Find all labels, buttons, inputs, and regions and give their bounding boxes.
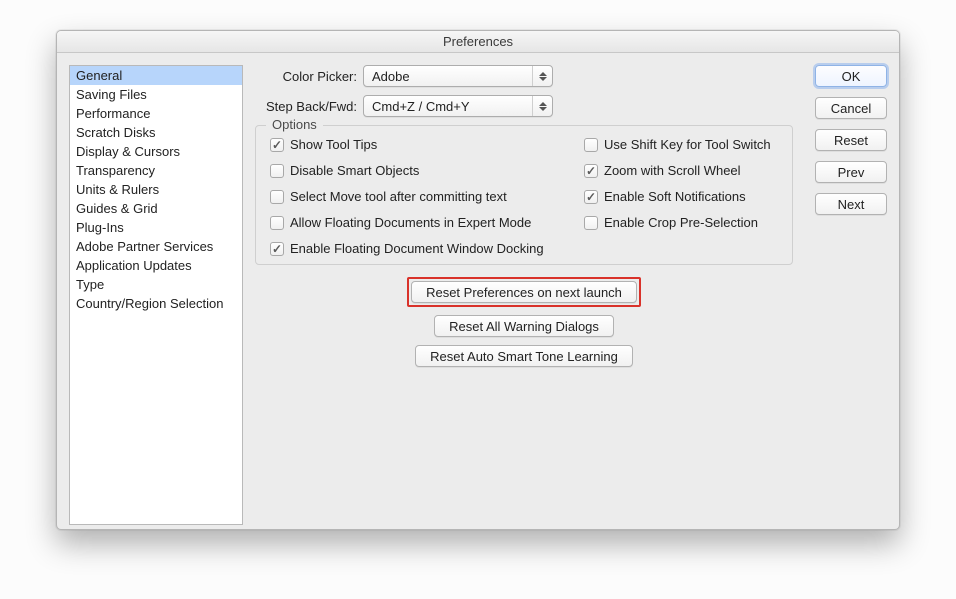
sidebar-item[interactable]: Performance — [70, 104, 242, 123]
checkbox-icon — [270, 138, 284, 152]
reset-button[interactable]: Reset — [815, 129, 887, 151]
checkbox-icon — [270, 164, 284, 178]
sidebar-item[interactable]: General — [70, 66, 242, 85]
sidebar-item[interactable]: Guides & Grid — [70, 199, 242, 218]
option-checkbox[interactable]: Use Shift Key for Tool Switch — [584, 138, 778, 152]
cancel-button[interactable]: Cancel — [815, 97, 887, 119]
checkbox-icon — [584, 164, 598, 178]
color-picker-dropdown[interactable]: Adobe — [363, 65, 553, 87]
reset-preferences-button[interactable]: Reset Preferences on next launch — [411, 281, 637, 303]
step-back-fwd-value: Cmd+Z / Cmd+Y — [364, 99, 470, 114]
sidebar-item[interactable]: Adobe Partner Services — [70, 237, 242, 256]
options-col-left: Show Tool Tips Disable Smart Objects Selec… — [270, 138, 560, 256]
step-back-fwd-row: Step Back/Fwd: Cmd+Z / Cmd+Y — [255, 95, 793, 117]
center-buttons: Reset Preferences on next launch Reset A… — [255, 277, 793, 367]
sidebar-item[interactable]: Type — [70, 275, 242, 294]
option-label: Enable Floating Document Window Docking — [290, 242, 544, 256]
option-label: Allow Floating Documents in Expert Mode — [290, 216, 531, 230]
updown-icon — [532, 66, 552, 86]
checkbox-icon — [584, 216, 598, 230]
prev-button[interactable]: Prev — [815, 161, 887, 183]
dialog-buttons: OK Cancel Reset Prev Next — [815, 65, 887, 215]
option-checkbox[interactable]: Zoom with Scroll Wheel — [584, 164, 778, 178]
sidebar-item[interactable]: Plug-Ins — [70, 218, 242, 237]
next-button[interactable]: Next — [815, 193, 887, 215]
checkbox-icon — [270, 190, 284, 204]
checkbox-icon — [270, 242, 284, 256]
ok-button[interactable]: OK — [815, 65, 887, 87]
checkbox-icon — [584, 138, 598, 152]
checkbox-icon — [584, 190, 598, 204]
options-grid: Show Tool Tips Disable Smart Objects Selec… — [270, 138, 778, 256]
sidebar-item[interactable]: Transparency — [70, 161, 242, 180]
options-fieldset: Options Show Tool TipsDisable Smart Obje… — [255, 125, 793, 265]
option-label: Show Tool Tips — [290, 138, 377, 152]
options-legend: Options — [266, 117, 323, 132]
color-picker-value: Adobe — [364, 69, 410, 84]
option-label: Disable Smart Objects — [290, 164, 419, 178]
window-content: GeneralSaving FilesPerformanceScratch Di… — [57, 53, 899, 529]
option-label: Select Move tool after committing text — [290, 190, 507, 204]
option-checkbox[interactable]: Allow Floating Documents in Expert Mode — [270, 216, 560, 230]
checkbox-icon — [270, 216, 284, 230]
option-checkbox[interactable]: Select Move tool after committing text — [270, 190, 560, 204]
color-picker-row: Color Picker: Adobe — [255, 65, 793, 87]
option-checkbox[interactable]: Enable Crop Pre-Selection — [584, 216, 778, 230]
sidebar-item[interactable]: Saving Files — [70, 85, 242, 104]
updown-icon — [532, 96, 552, 116]
option-checkbox[interactable]: Enable Soft Notifications — [584, 190, 778, 204]
options-col-right: Use Shift Key for Tool Switch Zoom with S… — [584, 138, 778, 256]
reset-smart-tone-button[interactable]: Reset Auto Smart Tone Learning — [415, 345, 633, 367]
option-label: Enable Crop Pre-Selection — [604, 216, 758, 230]
category-sidebar: GeneralSaving FilesPerformanceScratch Di… — [69, 65, 243, 525]
color-picker-label: Color Picker: — [255, 69, 363, 84]
step-back-fwd-dropdown[interactable]: Cmd+Z / Cmd+Y — [363, 95, 553, 117]
sidebar-item[interactable]: Country/Region Selection — [70, 294, 242, 313]
sidebar-item[interactable]: Display & Cursors — [70, 142, 242, 161]
preferences-window: Preferences GeneralSaving FilesPerforman… — [56, 30, 900, 530]
option-label: Zoom with Scroll Wheel — [604, 164, 741, 178]
option-checkbox[interactable]: Enable Floating Document Window Docking — [270, 242, 560, 256]
option-label: Use Shift Key for Tool Switch — [604, 138, 771, 152]
option-checkbox[interactable]: Show Tool Tips — [270, 138, 560, 152]
sidebar-item[interactable]: Scratch Disks — [70, 123, 242, 142]
main-panel: Color Picker: Adobe Step Back/Fwd: Cmd+Z… — [255, 65, 793, 367]
option-label: Enable Soft Notifications — [604, 190, 746, 204]
reset-warning-dialogs-button[interactable]: Reset All Warning Dialogs — [434, 315, 614, 337]
sidebar-item[interactable]: Units & Rulers — [70, 180, 242, 199]
step-back-fwd-label: Step Back/Fwd: — [255, 99, 363, 114]
highlight-box: Reset Preferences on next launch — [407, 277, 641, 307]
sidebar-item[interactable]: Application Updates — [70, 256, 242, 275]
window-title: Preferences — [57, 31, 899, 53]
option-checkbox[interactable]: Disable Smart Objects — [270, 164, 560, 178]
